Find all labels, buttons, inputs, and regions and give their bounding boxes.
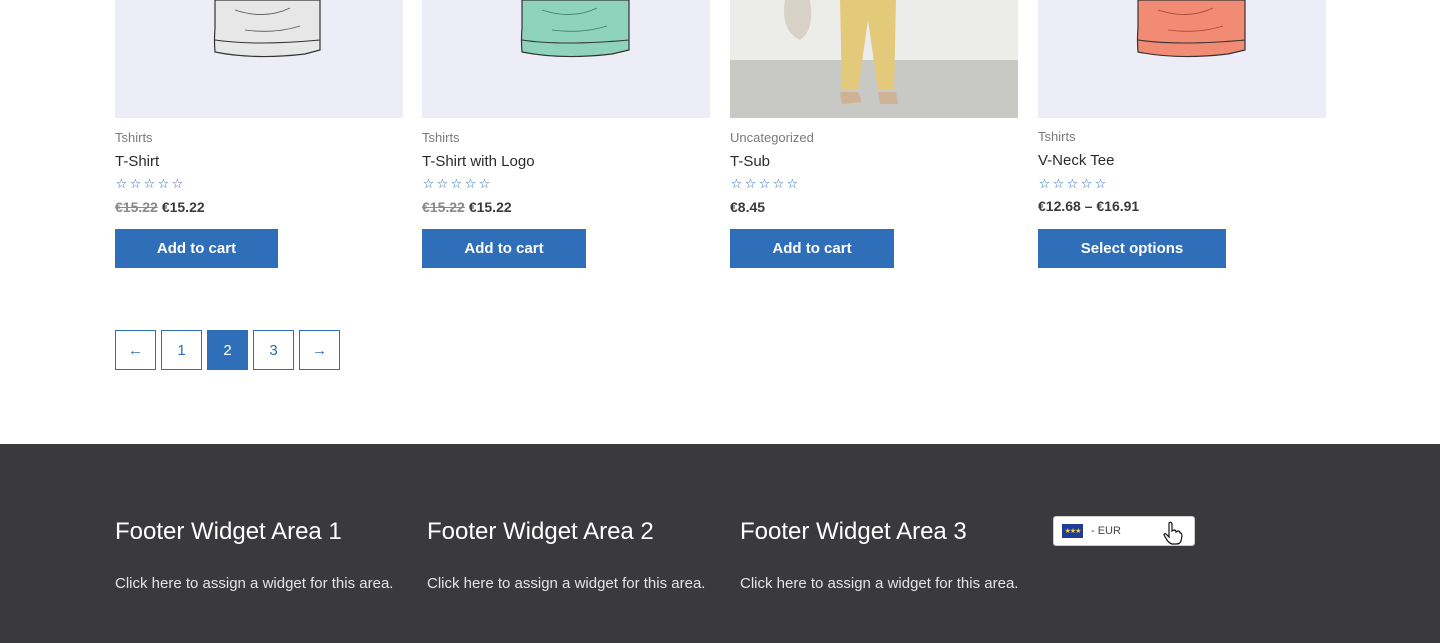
product-price: €8.45 bbox=[730, 199, 765, 215]
next-page-button[interactable]: → bbox=[299, 330, 340, 370]
add-to-cart-button[interactable]: Add to cart bbox=[115, 229, 278, 268]
rating-stars: ☆ ☆ ☆ ☆ ☆ bbox=[422, 176, 491, 191]
product-price: €15.22 €15.22 bbox=[115, 199, 205, 215]
old-price: €15.22 bbox=[422, 199, 465, 215]
assign-widget-link[interactable]: Click here to assign a widget for this a… bbox=[740, 575, 1018, 592]
rating-stars: ☆ ☆ ☆ ☆ ☆ bbox=[115, 176, 184, 191]
sale-price: €15.22 bbox=[161, 199, 205, 215]
sale-price: €8.45 bbox=[730, 199, 766, 215]
product-title[interactable]: T-Sub bbox=[730, 153, 770, 170]
product-price: €15.22 €15.22 bbox=[422, 199, 512, 215]
product-category[interactable]: Tshirts bbox=[422, 130, 460, 145]
pagination: ← 1 2 3 → bbox=[115, 330, 340, 370]
select-options-button[interactable]: Select options bbox=[1038, 229, 1226, 268]
widget-title: Footer Widget Area 1 bbox=[115, 518, 342, 545]
product-image[interactable] bbox=[730, 0, 1018, 118]
product-image[interactable] bbox=[1038, 0, 1326, 118]
rating-stars: ☆ ☆ ☆ ☆ ☆ bbox=[730, 176, 799, 191]
page-3-link[interactable]: 3 bbox=[253, 330, 294, 370]
widget-title: Footer Widget Area 2 bbox=[427, 518, 654, 545]
eu-flag-icon: ★★★ bbox=[1062, 524, 1083, 538]
product-price: €12.68 – €16.91 bbox=[1038, 198, 1139, 214]
prev-page-button[interactable]: ← bbox=[115, 330, 156, 370]
product-category[interactable]: Tshirts bbox=[115, 130, 153, 145]
product-card: Tshirts T-Shirt with Logo ☆ ☆ ☆ ☆ ☆ €15.22 €1… bbox=[422, 0, 710, 268]
product-image[interactable] bbox=[115, 0, 403, 118]
assign-widget-link[interactable]: Click here to assign a widget for this a… bbox=[115, 575, 393, 592]
rating-stars: ☆ ☆ ☆ ☆ ☆ bbox=[1038, 176, 1107, 191]
footer-widget-1: Footer Widget Area 1 Click here to assig… bbox=[115, 518, 400, 598]
hand-cursor-icon bbox=[1163, 521, 1183, 545]
assign-widget-link[interactable]: Click here to assign a widget for this a… bbox=[427, 575, 705, 592]
footer-widget-2: Footer Widget Area 2 Click here to assig… bbox=[427, 518, 712, 598]
add-to-cart-button[interactable]: Add to cart bbox=[422, 229, 586, 268]
product-title[interactable]: T-Shirt with Logo bbox=[422, 153, 535, 170]
add-to-cart-button[interactable]: Add to cart bbox=[730, 229, 894, 268]
product-title[interactable]: V-Neck Tee bbox=[1038, 152, 1114, 169]
page-1-link[interactable]: 1 bbox=[161, 330, 202, 370]
widget-title: Footer Widget Area 3 bbox=[740, 518, 967, 545]
page-2-current[interactable]: 2 bbox=[207, 330, 248, 370]
product-card: Uncategorized T-Sub ☆ ☆ ☆ ☆ ☆ €8.45 Add to c… bbox=[730, 0, 1018, 268]
product-title[interactable]: T-Shirt bbox=[115, 153, 159, 170]
product-grid: Tshirts T-Shirt ☆ ☆ ☆ ☆ ☆ €15.22 €15.22 Add t… bbox=[0, 0, 1440, 300]
price-range: €12.68 – €16.91 bbox=[1038, 198, 1140, 214]
old-price: €15.22 bbox=[115, 199, 158, 215]
product-image[interactable] bbox=[422, 0, 710, 118]
site-footer: Footer Widget Area 1 Click here to assig… bbox=[0, 444, 1440, 643]
sale-price: €15.22 bbox=[468, 199, 512, 215]
product-category[interactable]: Tshirts bbox=[1038, 129, 1076, 144]
currency-label: - EUR bbox=[1091, 525, 1121, 537]
footer-widget-3: Footer Widget Area 3 Click here to assig… bbox=[740, 518, 1025, 598]
product-category[interactable]: Uncategorized bbox=[730, 130, 814, 145]
product-card: Tshirts T-Shirt ☆ ☆ ☆ ☆ ☆ €15.22 €15.22 Add t… bbox=[115, 0, 403, 268]
product-card: Tshirts V-Neck Tee ☆ ☆ ☆ ☆ ☆ €12.68 – €16.91… bbox=[1038, 0, 1326, 268]
